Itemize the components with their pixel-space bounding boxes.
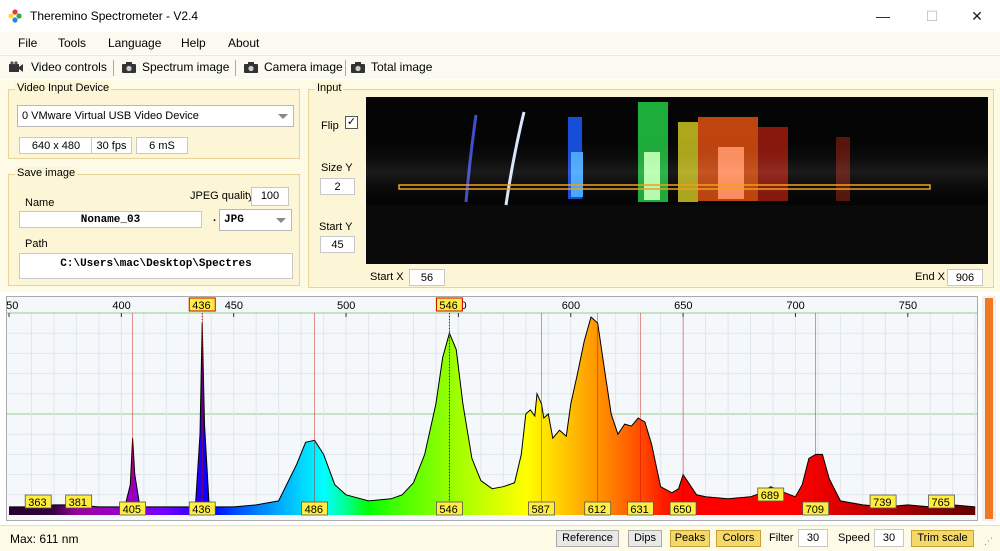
x-tick-label: 750 [899, 300, 917, 312]
start-x-field[interactable]: 56 [409, 269, 445, 286]
camera-icon [351, 62, 365, 73]
video-input-group: Video Input Device 0 VMware Virtual USB … [8, 82, 300, 159]
x-tick-label: 400 [112, 300, 130, 312]
save-image-group: Save image Name JPEG quality 100 Noname_… [8, 167, 300, 286]
x-tick-label: 700 [786, 300, 804, 312]
format-select[interactable]: JPG [219, 209, 292, 231]
camera-image-button[interactable]: Camera image [264, 60, 343, 74]
peak-label: 363 [28, 497, 46, 509]
trim-scale-button[interactable]: Trim scale [911, 530, 974, 547]
x-tick-label: 350 [7, 300, 18, 312]
fps-field[interactable]: 30 fps [91, 137, 132, 154]
window-title: Theremino Spectrometer - V2.4 [30, 9, 199, 23]
start-y-label: Start Y [319, 221, 353, 233]
title-bar: Theremino Spectrometer - V2.4 — ☐ ✕ [0, 0, 1000, 32]
filter-field[interactable]: 30 [798, 529, 828, 547]
resolution-field[interactable]: 640 x 480 [19, 137, 93, 154]
jpeg-quality-label: JPEG quality [190, 190, 254, 202]
flip-checkbox[interactable]: ✓ [345, 116, 358, 129]
total-image-button[interactable]: Total image [371, 60, 432, 74]
peak-label: 612 [588, 504, 606, 516]
path-field[interactable]: C:\Users\mac\Desktop\Spectres [19, 253, 293, 279]
video-controls-button[interactable]: Video controls [31, 60, 107, 74]
spectrum-image-button[interactable]: Spectrum image [142, 60, 229, 74]
video-camera-icon [9, 61, 23, 72]
size-y-field[interactable]: 2 [320, 178, 355, 195]
close-button[interactable]: ✕ [962, 6, 992, 26]
resize-grip-icon[interactable]: ⋰ [984, 536, 993, 547]
toolbar-separator [345, 60, 346, 76]
input-title: Input [315, 82, 344, 94]
start-x-label: Start X [370, 271, 404, 283]
top-marker-label: 436 [192, 300, 210, 312]
x-tick-label: 450 [225, 300, 243, 312]
dips-button[interactable]: Dips [628, 530, 662, 547]
menu-file[interactable]: File [18, 36, 37, 50]
size-y-label: Size Y [321, 162, 353, 174]
peak-label: 739 [873, 497, 891, 509]
maximize-button[interactable]: ☐ [917, 6, 947, 26]
max-readout: Max: 611 nm [10, 532, 79, 546]
name-label: Name [25, 197, 55, 209]
peak-label: 765 [932, 497, 950, 509]
end-x-label: End X [915, 271, 945, 283]
flip-label: Flip [321, 120, 339, 132]
chevron-down-icon [278, 114, 288, 119]
toolbar-separator [113, 60, 114, 76]
menu-language[interactable]: Language [108, 36, 161, 50]
minimize-button[interactable]: — [868, 6, 898, 26]
format-value: JPG [224, 214, 244, 226]
x-tick-label: 600 [562, 300, 580, 312]
peak-label: 381 [69, 497, 87, 509]
end-x-field[interactable]: 906 [947, 269, 983, 286]
peak-label: 486 [305, 504, 323, 516]
menu-about[interactable]: About [228, 36, 259, 50]
speed-field[interactable]: 30 [874, 529, 904, 547]
file-name-field[interactable]: Noname_03 [19, 211, 202, 228]
chevron-down-icon [276, 218, 286, 223]
status-bar: Max: 611 nm Reference Dips Peaks Colors … [0, 525, 1000, 551]
peak-label: 709 [806, 504, 824, 516]
spectrum-chart[interactable]: 3504004505006006507007505043654636338140… [6, 296, 978, 521]
top-marker-label: 546 [439, 300, 457, 312]
extension-dot: . [213, 212, 217, 224]
menu-help[interactable]: Help [181, 36, 206, 50]
spectrum-line [9, 316, 976, 508]
colors-button[interactable]: Colors [716, 530, 761, 547]
peaks-button[interactable]: Peaks [670, 530, 710, 547]
camera-icon [122, 62, 136, 73]
x-tick-label: 650 [674, 300, 692, 312]
peak-label: 631 [630, 504, 648, 516]
video-device-select[interactable]: 0 VMware Virtual USB Video Device [17, 105, 294, 127]
toolbar: Video controls Spectrum image Camera ima… [0, 55, 1000, 79]
app-logo-icon [8, 9, 22, 23]
exposure-field[interactable]: 6 mS [136, 137, 188, 154]
speed-label: Speed [838, 532, 870, 544]
video-input-title: Video Input Device [15, 82, 112, 94]
level-bar [982, 296, 996, 521]
jpeg-quality-field[interactable]: 100 [251, 187, 289, 206]
toolbar-separator [235, 60, 236, 76]
peak-label: 689 [761, 490, 779, 502]
camera-preview[interactable] [366, 97, 988, 264]
reference-button[interactable]: Reference [556, 530, 619, 547]
peak-label: 650 [673, 504, 691, 516]
spectrum-area [9, 317, 976, 515]
start-y-field[interactable]: 45 [320, 236, 355, 253]
peak-label: 436 [192, 504, 210, 516]
peak-label: 587 [532, 504, 550, 516]
x-tick-label: 500 [337, 300, 355, 312]
peak-label: 405 [123, 504, 141, 516]
camera-icon [244, 62, 258, 73]
path-label: Path [25, 238, 48, 250]
video-device-value: 0 VMware Virtual USB Video Device [22, 110, 199, 122]
filter-label: Filter [769, 532, 794, 544]
menu-tools[interactable]: Tools [58, 36, 86, 50]
menu-bar: File Tools Language Help About [0, 32, 1000, 54]
save-image-title: Save image [15, 167, 78, 179]
peak-label: 546 [439, 504, 457, 516]
level-bar-fill [985, 298, 993, 519]
spectrum-plot[interactable]: 3504004505006006507007505043654636338140… [7, 297, 978, 521]
